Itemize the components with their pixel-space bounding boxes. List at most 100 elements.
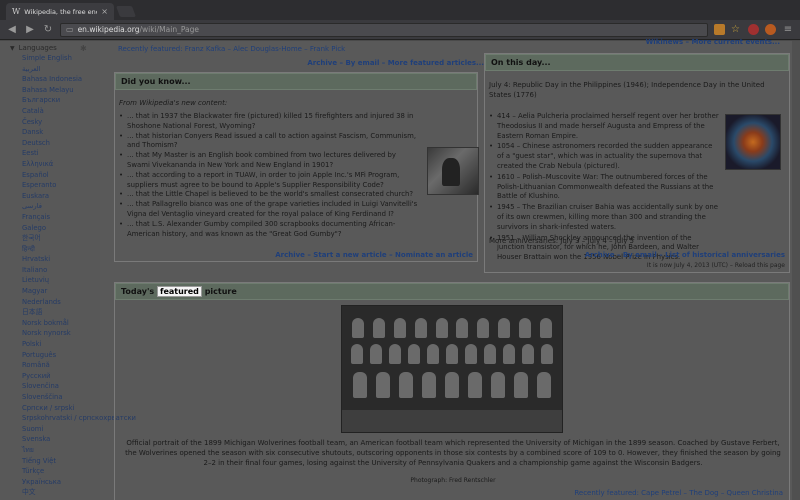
dyk-list: ... that in 1937 the Blackwater fire (pi… <box>119 112 419 239</box>
language-link[interactable]: Français <box>22 212 100 223</box>
photo-figure <box>445 344 458 364</box>
photo-row-mid <box>348 344 556 364</box>
close-tab-icon[interactable]: × <box>101 7 108 16</box>
language-link[interactable]: Srpskohrvatski / српскохрватски <box>22 413 136 424</box>
otd-item[interactable]: 1945 – The Brazilian cruiser Bahia was a… <box>489 203 719 232</box>
forward-icon[interactable]: ▶ <box>24 24 36 35</box>
language-link[interactable]: Esperanto <box>22 180 100 191</box>
photo-figure <box>352 372 367 398</box>
otd-item[interactable]: 414 – Aelia Pulcheria proclaimed herself… <box>489 112 719 141</box>
photo-figure <box>389 344 402 364</box>
language-link[interactable]: Български <box>22 95 100 106</box>
language-link[interactable]: Česky <box>22 117 100 128</box>
language-link[interactable]: ไทย <box>22 445 100 456</box>
bookmark-star-icon[interactable]: ☆ <box>731 24 742 35</box>
language-link[interactable]: Lietuvių <box>22 275 100 286</box>
recently-featured-pictures[interactable]: Recently featured: Cape Petrel – The Dog… <box>574 489 783 497</box>
language-link[interactable]: 한국어 <box>22 233 100 244</box>
rss-icon[interactable] <box>714 24 725 35</box>
language-link[interactable]: Bahasa Indonesia <box>22 74 100 85</box>
photo-figure <box>502 344 515 364</box>
gear-icon[interactable]: ✱ <box>80 44 87 53</box>
back-icon[interactable]: ◀ <box>6 24 18 35</box>
page-content: ▼ Languages ✱ Simple English العربية Bahas… <box>0 38 800 500</box>
wikinews-links[interactable]: Wikinews – More current events... <box>646 38 780 46</box>
language-link[interactable]: Nederlands <box>22 297 100 308</box>
menu-icon[interactable]: ≡ <box>782 24 794 35</box>
photo-figure <box>537 372 552 398</box>
language-link[interactable]: Српски / srpski <box>22 403 100 414</box>
otd-intro[interactable]: July 4: Republic Day in the Philippines … <box>489 80 785 100</box>
language-link[interactable]: فارسی <box>22 201 100 212</box>
language-link[interactable]: Español <box>22 170 100 181</box>
language-link[interactable]: Dansk <box>22 127 100 138</box>
otd-item[interactable]: 1054 – Chinese astronomers recorded the … <box>489 142 719 171</box>
language-link[interactable]: Português <box>22 350 100 361</box>
language-link[interactable]: Italiano <box>22 265 100 276</box>
photo-figure <box>483 344 496 364</box>
languages-header[interactable]: ▼ Languages ✱ <box>10 43 100 53</box>
dyk-item[interactable]: ... that My Master is an English book co… <box>119 151 419 171</box>
recently-featured-top[interactable]: Recently featured: Franz Kafka – Alec Do… <box>118 45 345 53</box>
language-link[interactable]: Hrvatski <box>22 254 100 265</box>
language-link[interactable]: Català <box>22 106 100 117</box>
language-link[interactable]: Euskara <box>22 191 100 202</box>
adblock-icon[interactable] <box>748 24 759 35</box>
language-link[interactable]: Slovenščina <box>22 392 100 403</box>
blackwater-fire-image[interactable] <box>427 147 479 195</box>
featured-archive-links[interactable]: Archive – By email – More featured artic… <box>307 59 484 67</box>
language-link[interactable]: Norsk nynorsk <box>22 328 100 339</box>
language-link[interactable]: Ελληνικά <box>22 159 100 170</box>
scrollbar[interactable] <box>792 41 800 500</box>
photo-row-back <box>348 318 556 338</box>
dyk-item[interactable]: ... that the Little Chapel is believed t… <box>119 190 419 200</box>
language-link[interactable]: Русский <box>22 371 100 382</box>
language-link[interactable]: Polski <box>22 339 100 350</box>
language-link[interactable]: Українська <box>22 477 100 488</box>
photo-row-front <box>348 372 556 398</box>
photo-figure <box>514 372 529 398</box>
team-photo[interactable] <box>341 305 563 433</box>
language-link[interactable]: Slovenčina <box>22 381 100 392</box>
dyk-item[interactable]: ... that in 1937 the Blackwater fire (pi… <box>119 112 419 132</box>
language-link[interactable]: Svenska <box>22 434 100 445</box>
language-link[interactable]: Galego <box>22 223 100 234</box>
language-link[interactable]: Română <box>22 360 100 371</box>
address-bar[interactable]: ▭ en.wikipedia.org/wiki/Main_Page <box>60 22 708 37</box>
photo-figure <box>464 344 477 364</box>
reload-icon[interactable]: ↻ <box>42 24 54 35</box>
more-anniversaries[interactable]: More anniversaries: July 3 – July 4 – Ju… <box>489 237 634 245</box>
language-link[interactable]: Bahasa Melayu <box>22 85 100 96</box>
language-link[interactable]: 中文 <box>22 487 100 498</box>
dyk-item[interactable]: ... that historian Conyers Read issued a… <box>119 132 419 152</box>
language-link[interactable]: العربية <box>22 64 100 75</box>
language-link[interactable]: Deutsch <box>22 138 100 149</box>
language-link[interactable]: Norsk bokmål <box>22 318 100 329</box>
dyk-item[interactable]: ... that Pallagrello bianco was one of t… <box>119 200 419 220</box>
otd-item[interactable]: 1610 – Polish–Muscovite War: The outnumb… <box>489 173 719 202</box>
language-link[interactable]: Magyar <box>22 286 100 297</box>
collapse-triangle-icon: ▼ <box>10 44 15 52</box>
dyk-item[interactable]: ... that L.S. Alexander Gumby compiled 3… <box>119 220 419 240</box>
extension-icon[interactable] <box>765 24 776 35</box>
browser-tab[interactable]: W Wikipedia, the free encycl × <box>6 3 114 20</box>
dyk-archive-links[interactable]: Archive – Start a new article – Nominate… <box>275 251 473 259</box>
dyk-item[interactable]: ... that according to a report in TUAW, … <box>119 171 419 191</box>
photo-figure <box>352 318 365 338</box>
language-link[interactable]: Simple English <box>22 53 100 64</box>
on-this-day-box: On this day... July 4: Republic Day in t… <box>484 53 790 273</box>
language-link[interactable]: Eesti <box>22 148 100 159</box>
language-link[interactable]: Suomi <box>22 424 100 435</box>
photo-figure <box>370 344 383 364</box>
language-link[interactable]: 日本語 <box>22 307 100 318</box>
address-url: en.wikipedia.org/wiki/Main_Page <box>77 25 199 34</box>
language-link[interactable]: हिन्दी <box>22 244 100 255</box>
language-link[interactable]: Türkçe <box>22 466 100 477</box>
crab-nebula-image[interactable] <box>725 114 781 170</box>
time-stamp: It is now July 4, 2013 (UTC) – Reload th… <box>646 262 785 269</box>
new-tab-button[interactable] <box>115 6 137 17</box>
search-highlight: featured <box>156 286 202 297</box>
otd-archive-links[interactable]: Archive – By email – List of historical … <box>585 251 785 259</box>
page-icon: ▭ <box>66 25 74 34</box>
language-link[interactable]: Tiếng Việt <box>22 456 100 467</box>
